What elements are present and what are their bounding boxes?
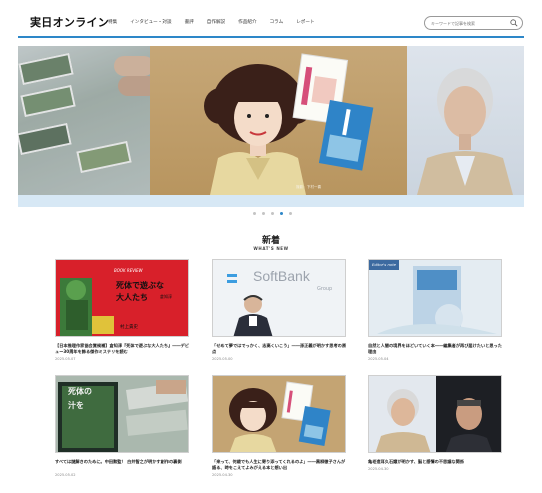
hero-carousel[interactable]: 撮影：下村一喜	[18, 46, 524, 195]
thumb-book-title-1: 死体の	[68, 387, 92, 396]
carousel-dot[interactable]	[262, 212, 265, 215]
article-thumbnail[interactable]: 死体の 汁を	[55, 375, 189, 453]
article-thumbnail[interactable]: Editor's note	[368, 259, 502, 337]
hero-slide-prev[interactable]	[18, 46, 158, 195]
thumb-editors-note-label: Editor's note	[372, 262, 397, 267]
article-thumbnail[interactable]: SoftBank Group	[212, 259, 346, 337]
carousel-dot[interactable]	[289, 212, 292, 215]
article-date: 2025.05.02	[55, 473, 76, 477]
article-date: 2025.05.04	[368, 357, 389, 361]
portrait-with-books-image	[213, 376, 345, 452]
article-title[interactable]: 【日本推理作家協会賞候補】倉知淳『死体で遊ぶな大人たち』――デビュー30周年を飾…	[55, 343, 189, 355]
thumb-author: 倉知淳	[160, 294, 172, 299]
article-date: 2025.04.30	[212, 473, 233, 477]
article-title[interactable]: すべては謎解きのために。中田勲監！ 白井智之が明かす創作の裏側	[55, 459, 189, 465]
nav-item-reviews[interactable]: 書評	[185, 19, 194, 25]
main-nav: 特集 インタビュー・対談 書評 自作解説 作品紹介 コラム レポート	[108, 19, 328, 25]
article-title[interactable]: 「せめて夢ではでっかく、志高くいこう」――孫正義が明かす思考の原点	[212, 343, 346, 355]
nav-item-author-notes[interactable]: 自作解説	[207, 19, 225, 25]
carousel-dots	[253, 212, 292, 215]
section-title: 新着	[261, 236, 280, 246]
search-icon[interactable]	[510, 19, 518, 27]
article-title[interactable]: 自然と人間の境界をほどいていく本――編集者が再び届けたいと思った理由	[368, 343, 502, 355]
carousel-dot-active[interactable]	[280, 212, 283, 215]
section-subtitle: WHAT'S NEW	[253, 246, 289, 251]
photo-credit: 撮影：下村一喜	[296, 185, 322, 189]
thumb-brand-text: SoftBank	[253, 268, 310, 284]
article-thumbnail[interactable]	[212, 375, 346, 453]
article-thumbnail[interactable]: BOOK REVIEW 死体で遊ぶな 大人たち 倉知淳 村上貴史	[55, 259, 189, 337]
article-date: 2025.05.07	[55, 357, 76, 361]
hero-progress-bar	[18, 195, 524, 207]
article-title[interactable]: 亀老造耳久石譲が明かす、脳と感情の不思議な関係	[368, 459, 502, 465]
nav-item-works[interactable]: 作品紹介	[238, 19, 256, 25]
thumb-label-review: BOOK REVIEW	[114, 268, 143, 273]
article-title[interactable]: 「来って、何歳でも人生に寄り添ってくれるのよ」――黒柳徹子さんが語る、時をこえて…	[212, 459, 346, 471]
search-input[interactable]	[431, 19, 511, 27]
nav-item-features[interactable]: 特集	[108, 19, 117, 25]
site-logo[interactable]: 実日オンライン	[30, 14, 109, 30]
header-underline	[18, 36, 524, 38]
site-header: 実日オンライン 特集 インタビュー・対談 書評 自作解説 作品紹介 コラム レポ…	[0, 0, 542, 36]
thumb-book-title-1: 死体で遊ぶな	[116, 281, 164, 290]
carousel-dot[interactable]	[271, 212, 274, 215]
hero-next-portrait	[417, 68, 513, 195]
editors-note-image	[369, 260, 501, 336]
article-thumbnail[interactable]	[368, 375, 502, 453]
two-portraits-image	[369, 376, 501, 452]
nav-item-columns[interactable]: コラム	[270, 19, 284, 25]
thumb-reviewer: 村上貴史	[120, 325, 138, 330]
article-date: 2025.04.30	[368, 467, 389, 471]
article-date: 2025.05.00	[212, 357, 233, 361]
hero-slide-current[interactable]	[150, 46, 407, 195]
hero-slide-next[interactable]	[407, 46, 524, 195]
carousel-dot[interactable]	[253, 212, 256, 215]
hero-portrait-image	[204, 53, 374, 195]
nav-item-interviews[interactable]: インタビュー・対談	[130, 19, 171, 25]
thumb-brand-sub: Group	[317, 286, 333, 292]
thumb-book-title-2: 大人たち	[116, 293, 148, 302]
thumb-book-title-2: 汁を	[68, 401, 84, 410]
search-box	[424, 16, 523, 30]
nav-item-reports[interactable]: レポート	[296, 19, 314, 25]
